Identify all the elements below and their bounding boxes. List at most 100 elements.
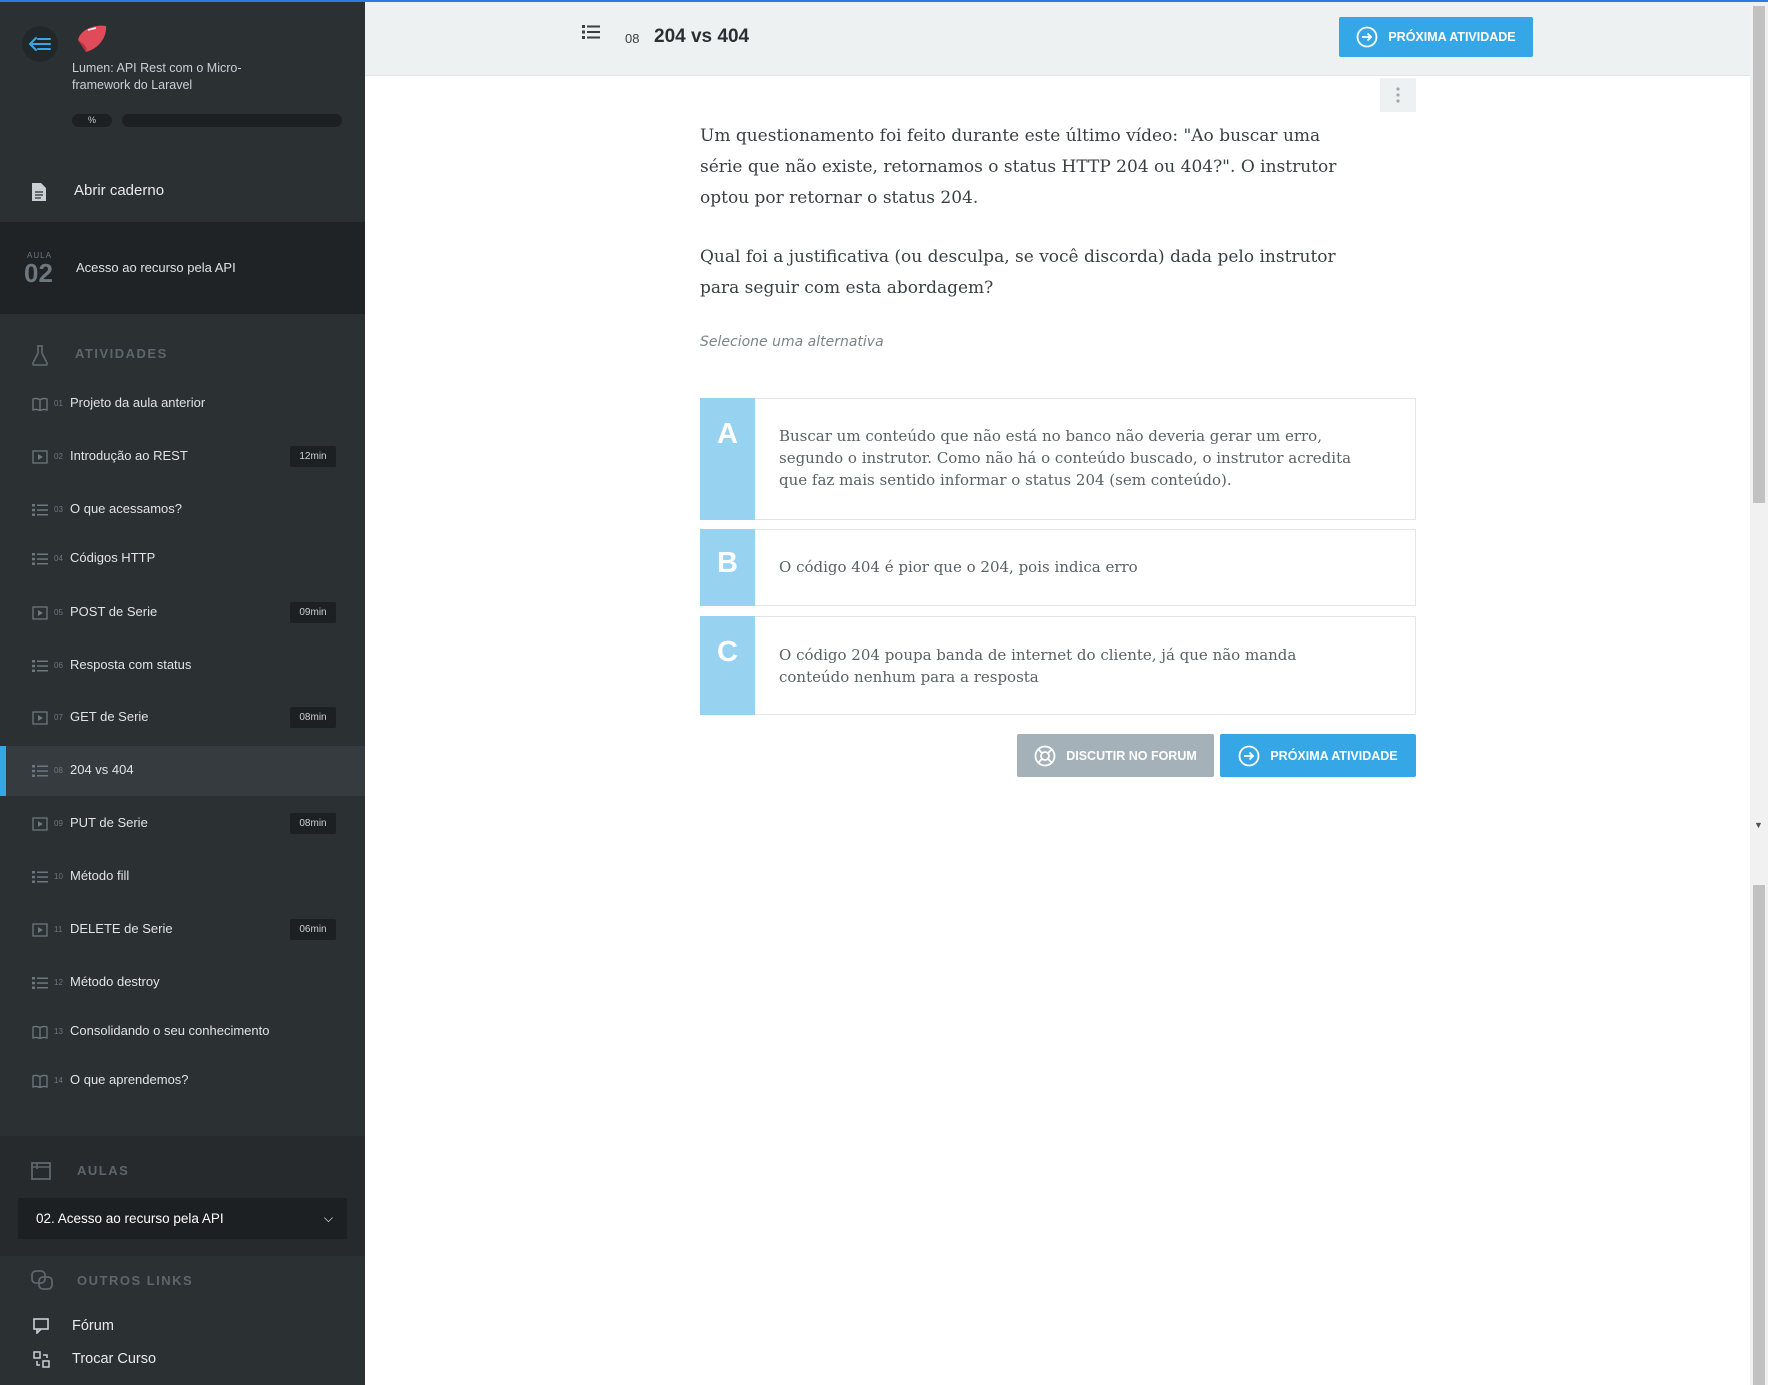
activity-duration-badge: 09min bbox=[290, 602, 336, 623]
video-icon bbox=[32, 817, 48, 831]
activity-item-number: 03 bbox=[54, 505, 63, 514]
activity-item-title: Método destroy bbox=[70, 974, 160, 989]
activity-item-number: 14 bbox=[54, 1076, 63, 1085]
option-letter: B bbox=[700, 529, 755, 606]
activity-duration-badge: 12min bbox=[290, 446, 336, 467]
back-button[interactable] bbox=[22, 26, 58, 62]
other-links-section-label: OUTROS LINKS bbox=[77, 1273, 194, 1288]
next-activity-label-top: PRÓXIMA ATIVIDADE bbox=[1388, 30, 1516, 44]
kebab-menu-icon bbox=[1396, 87, 1400, 103]
video-icon bbox=[32, 923, 48, 937]
activity-item[interactable]: 07 GET de Serie 08min bbox=[0, 693, 365, 743]
forum-icon bbox=[33, 1318, 49, 1334]
activity-item[interactable]: 06 Resposta com status bbox=[0, 641, 365, 691]
activity-item[interactable]: 02 Introdução ao REST 12min bbox=[0, 432, 365, 482]
lifebuoy-icon bbox=[1034, 745, 1056, 766]
next-activity-label: PRÓXIMA ATIVIDADE bbox=[1270, 748, 1398, 763]
activity-item-title: POST de Serie bbox=[70, 604, 158, 619]
open-notebook-label: Abrir caderno bbox=[74, 182, 165, 199]
activity-item-number: 07 bbox=[54, 713, 63, 722]
activity-item[interactable]: 04 Códigos HTTP bbox=[0, 534, 365, 584]
video-icon bbox=[32, 606, 48, 620]
activity-duration-badge: 08min bbox=[290, 813, 336, 834]
next-activity-button-top[interactable]: PRÓXIMA ATIVIDADE bbox=[1339, 17, 1533, 57]
activity-duration-badge: 08min bbox=[290, 707, 336, 728]
list-icon bbox=[32, 765, 48, 777]
aulas-select[interactable]: 02. Acesso ao recurso pela API ⌵ bbox=[18, 1198, 347, 1239]
activity-item-number: 06 bbox=[54, 661, 63, 670]
option-text: O código 404 é pior que o 204, pois indi… bbox=[779, 558, 1138, 576]
activity-item-number: 04 bbox=[54, 554, 63, 563]
activity-item-title: O que acessamos? bbox=[70, 501, 183, 516]
activity-item[interactable]: 13 Consolidando o seu conhecimento bbox=[0, 1007, 365, 1057]
activity-item[interactable]: 03 O que acessamos? bbox=[0, 485, 365, 535]
activity-item-title: Introdução ao REST bbox=[70, 448, 188, 463]
course-progress-bar bbox=[122, 114, 342, 127]
scroll-down-arrow-icon[interactable]: ▼ bbox=[1754, 820, 1763, 830]
next-activity-button[interactable]: PRÓXIMA ATIVIDADE bbox=[1220, 734, 1416, 777]
activity-item[interactable]: 08 204 vs 404 bbox=[0, 746, 365, 796]
activity-item-title: 204 vs 404 bbox=[70, 762, 134, 777]
activity-item-title: Códigos HTTP bbox=[70, 550, 156, 565]
activity-item-number: 01 bbox=[54, 399, 63, 408]
scrollbar-thumb-lower[interactable] bbox=[1753, 885, 1765, 1385]
activity-item[interactable]: 05 POST de Serie 09min bbox=[0, 588, 365, 638]
activity-item-number: 10 bbox=[54, 872, 63, 881]
activity-item-title: Consolidando o seu conhecimento bbox=[70, 1023, 270, 1038]
option-a[interactable]: A Buscar um conteúdo que não está no ban… bbox=[700, 398, 1416, 520]
activity-list-icon[interactable] bbox=[582, 24, 600, 40]
scrollbar-thumb[interactable] bbox=[1753, 6, 1765, 503]
video-icon bbox=[32, 450, 48, 464]
video-icon bbox=[32, 711, 48, 725]
back-arrow-icon bbox=[29, 37, 51, 51]
course-logo-icon bbox=[78, 25, 107, 52]
activities-section-label: ATIVIDADES bbox=[75, 346, 168, 361]
activity-item-title: Método fill bbox=[70, 868, 130, 883]
sidebar: Lumen: API Rest com o Micro-framework do… bbox=[0, 0, 365, 1385]
activity-item[interactable]: 11 DELETE de Serie 06min bbox=[0, 905, 365, 955]
activity-item-number: 09 bbox=[54, 819, 63, 828]
activity-item-number: 13 bbox=[54, 1027, 63, 1036]
arrow-circle-right-icon bbox=[1238, 745, 1260, 766]
forum-link[interactable]: Fórum bbox=[0, 1312, 365, 1342]
option-c[interactable]: C O código 204 poupa banda de internet d… bbox=[700, 616, 1416, 715]
activity-item-title: PUT de Serie bbox=[70, 815, 148, 830]
aulas-section-label: AULAS bbox=[77, 1163, 130, 1178]
switch-course-label: Trocar Curso bbox=[72, 1351, 157, 1367]
activity-item-number: 11 bbox=[54, 925, 63, 934]
book-icon bbox=[32, 397, 48, 411]
activity-item-number: 05 bbox=[54, 608, 63, 617]
question-paragraph: Um questionamento foi feito durante este… bbox=[700, 126, 1337, 208]
discuss-forum-button[interactable]: DISCUTIR NO FORUM bbox=[1017, 734, 1214, 777]
lesson-number: 02 bbox=[24, 258, 53, 288]
lesson-title: Acesso ao recurso pela API bbox=[76, 260, 236, 275]
list-icon bbox=[32, 553, 48, 565]
question-paragraph: Qual foi a justificativa (ou desculpa, s… bbox=[700, 247, 1336, 298]
activity-item-number: 02 bbox=[54, 452, 63, 461]
activity-item[interactable]: 12 Método destroy bbox=[0, 958, 365, 1008]
list-icon bbox=[32, 660, 48, 672]
activity-item[interactable]: 14 O que aprendemos? bbox=[0, 1056, 365, 1106]
activity-item[interactable]: 10 Método fill bbox=[0, 852, 365, 902]
more-options-button[interactable] bbox=[1380, 78, 1416, 112]
switch-course-link[interactable]: Trocar Curso bbox=[0, 1345, 365, 1375]
activity-item-title: Projeto da aula anterior bbox=[70, 395, 206, 410]
option-text: Buscar um conteúdo que não está no banco… bbox=[779, 427, 1352, 489]
switch-course-icon bbox=[33, 1351, 50, 1368]
progress-percent: % bbox=[72, 114, 112, 127]
open-notebook-link[interactable]: Abrir caderno bbox=[0, 162, 365, 222]
activity-item-title: O que aprendemos? bbox=[70, 1072, 189, 1087]
arrow-circle-right-icon bbox=[1356, 26, 1378, 48]
option-letter: A bbox=[700, 398, 755, 520]
option-text: O código 204 poupa banda de internet do … bbox=[779, 646, 1297, 686]
activity-item-title: GET de Serie bbox=[70, 709, 149, 724]
link-icon bbox=[31, 1270, 53, 1290]
option-b[interactable]: B O código 404 é pior que o 204, pois in… bbox=[700, 529, 1416, 606]
activity-duration-badge: 06min bbox=[290, 919, 336, 940]
forum-link-label: Fórum bbox=[72, 1318, 114, 1334]
activity-header: 08 204 vs 404 PRÓXIMA ATIVIDADE bbox=[365, 2, 1750, 76]
activity-number: 08 bbox=[625, 31, 640, 46]
activity-item[interactable]: 01 Projeto da aula anterior bbox=[0, 379, 365, 429]
activity-item[interactable]: 09 PUT de Serie 08min bbox=[0, 799, 365, 849]
top-accent-line bbox=[0, 0, 1768, 2]
